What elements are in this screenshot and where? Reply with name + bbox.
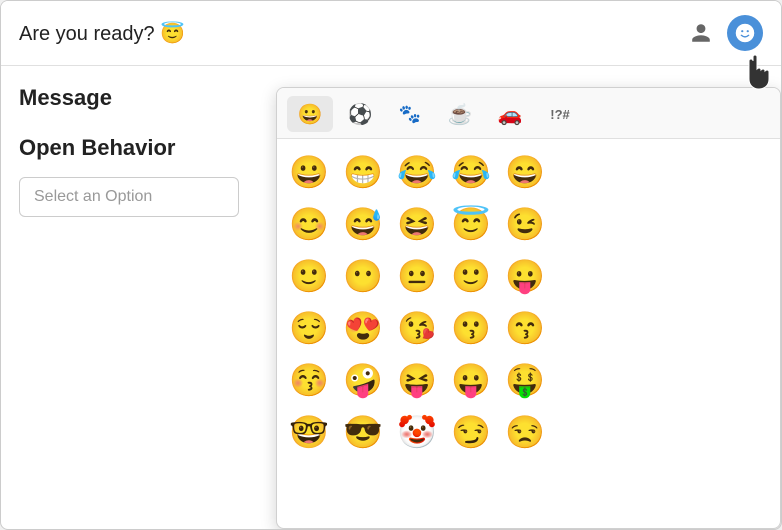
emoji-neutral[interactable]: 😐 <box>391 251 443 301</box>
emoji-clown[interactable]: 🤡 <box>391 407 443 457</box>
main-container: Are you ready? 😇 Message Open Behavior <box>0 0 782 530</box>
emoji-button[interactable] <box>727 15 763 51</box>
emoji-kissing[interactable]: 😗 <box>445 303 497 353</box>
emoji-laughing[interactable]: 😆 <box>391 199 443 249</box>
emoji-face-icon <box>734 22 756 44</box>
tab-paw[interactable]: 🐾 <box>387 96 433 132</box>
tab-cup[interactable]: ☕ <box>437 96 483 132</box>
header-title: Are you ready? 😇 <box>19 21 185 46</box>
message-label: Message <box>19 85 258 111</box>
emoji-grinning[interactable]: 😀 <box>283 147 335 197</box>
tab-symbols[interactable]: !?# <box>537 96 583 132</box>
emoji-row-3: 🙂 😶 😐 🙂 😛 <box>283 251 774 301</box>
emoji-unamused[interactable]: 😒 <box>499 407 551 457</box>
emoji-sunglasses[interactable]: 😎 <box>337 407 389 457</box>
emoji-smile[interactable]: 😄 <box>499 147 551 197</box>
emoji-sweat-smile[interactable]: 😅 <box>337 199 389 249</box>
emoji-joy2[interactable]: 😂 <box>445 147 497 197</box>
emoji-heart-eyes[interactable]: 😍 <box>337 303 389 353</box>
tab-ball[interactable]: ⚽ <box>337 96 383 132</box>
emoji-slightly-smiling[interactable]: 🙂 <box>283 251 335 301</box>
symbols-label: !?# <box>550 107 570 122</box>
emoji-blush[interactable]: 😊 <box>283 199 335 249</box>
emoji-tab-bar: 😀 ⚽ 🐾 ☕ 🚗 !?# <box>277 88 780 139</box>
emoji-simple-smile[interactable]: 🙂 <box>445 251 497 301</box>
emoji-squinting-tongue[interactable]: 😝 <box>391 355 443 405</box>
emoji-kissing-closed[interactable]: 😚 <box>283 355 335 405</box>
open-behavior-label: Open Behavior <box>19 135 258 161</box>
emoji-kissing-smiling[interactable]: 😙 <box>499 303 551 353</box>
emoji-kissing-heart[interactable]: 😘 <box>391 303 443 353</box>
tab-smiley[interactable]: 😀 <box>287 96 333 132</box>
emoji-smirk[interactable]: 😏 <box>445 407 497 457</box>
emoji-row-2: 😊 😅 😆 😇 😉 <box>283 199 774 249</box>
emoji-joy[interactable]: 😂 <box>391 147 443 197</box>
emoji-row-5: 😚 🤪 😝 😛 🤑 <box>283 355 774 405</box>
emoji-relieved[interactable]: 😌 <box>283 303 335 353</box>
emoji-money-mouth[interactable]: 🤑 <box>499 355 551 405</box>
left-panel: Message Open Behavior Select an Option <box>1 65 276 529</box>
emoji-row-4: 😌 😍 😘 😗 😙 <box>283 303 774 353</box>
emoji-innocent[interactable]: 😇 <box>445 199 497 249</box>
emoji-stuck-out-tongue[interactable]: 😛 <box>499 251 551 301</box>
emoji-zany[interactable]: 🤪 <box>337 355 389 405</box>
emoji-row-6: 🤓 😎 🤡 😏 😒 <box>283 407 774 457</box>
profile-icon <box>690 22 712 44</box>
emoji-nerd[interactable]: 🤓 <box>283 407 335 457</box>
emoji-picker: 😀 ⚽ 🐾 ☕ 🚗 !?# 😀 😁 😂 😂 😄 😊 😅 � <box>276 87 781 529</box>
emoji-grin[interactable]: 😁 <box>337 147 389 197</box>
emoji-grid[interactable]: 😀 😁 😂 😂 😄 😊 😅 😆 😇 😉 🙂 😶 😐 🙂 😛 <box>277 139 780 528</box>
emoji-row-1: 😀 😁 😂 😂 😄 <box>283 147 774 197</box>
emoji-tongue[interactable]: 😛 <box>445 355 497 405</box>
tab-car[interactable]: 🚗 <box>487 96 533 132</box>
select-option-dropdown[interactable]: Select an Option <box>19 177 239 217</box>
profile-button[interactable] <box>683 15 719 51</box>
header-icons <box>683 15 763 51</box>
emoji-wink[interactable]: 😉 <box>499 199 551 249</box>
header: Are you ready? 😇 <box>1 1 781 66</box>
emoji-no-mouth[interactable]: 😶 <box>337 251 389 301</box>
